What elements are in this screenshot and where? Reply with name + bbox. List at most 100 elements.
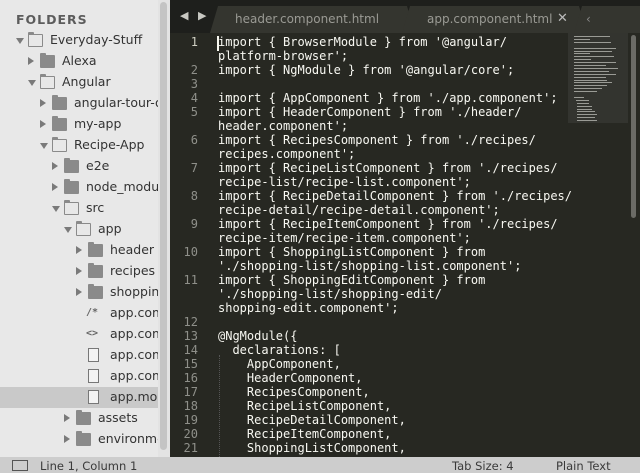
disclosure-closed-icon[interactable]: [40, 120, 46, 128]
tree-item[interactable]: src: [0, 198, 158, 219]
code-line: import { BrowserModule } from '@angular/: [218, 35, 507, 49]
tab-label: header.component.html: [235, 12, 380, 26]
minimap[interactable]: [570, 33, 628, 123]
disclosure-open-icon[interactable]: [16, 38, 24, 44]
tree-item-label: app: [98, 221, 122, 236]
disclosure-closed-icon[interactable]: [28, 57, 34, 65]
tree-item[interactable]: app.module.ts: [0, 387, 158, 408]
cursor-position: Line 1, Column 1: [40, 459, 138, 473]
minimap-line: [577, 120, 597, 122]
minimap-line: [574, 38, 591, 40]
code-line: recipe-list/recipe-list.component';: [218, 175, 471, 189]
disclosure-closed-icon[interactable]: [76, 246, 82, 254]
line-number: 2: [190, 63, 198, 77]
tab-header-component-html[interactable]: header.component.html: [210, 6, 415, 33]
folder-icon: [52, 116, 67, 131]
tree-item[interactable]: Recipe-App: [0, 135, 158, 156]
html-file-icon: <>: [86, 328, 99, 339]
minimap-line: [577, 111, 596, 113]
tree-item[interactable]: app.component.ts: [0, 366, 158, 387]
disclosure-open-icon[interactable]: [28, 80, 36, 86]
tree-item-label: my-app: [74, 116, 122, 131]
tree-item[interactable]: environments: [0, 429, 158, 450]
code-editor[interactable]: 1 2 3 4 5 6 7 8 9 10 11 12 13 14 15 16 17 18 19 20 21 import…: [170, 33, 640, 457]
tree-item-label: node_modules: [86, 179, 158, 194]
text-cursor: [217, 36, 219, 51]
tree-item[interactable]: app: [0, 219, 158, 240]
folder-icon: [64, 179, 79, 194]
tree-item-label: angular-tour-of-heroes: [74, 95, 158, 110]
tree-item-label: app.component.ts: [110, 368, 158, 383]
editor-scrollbar[interactable]: [628, 33, 640, 457]
syntax-selector[interactable]: Plain Text: [556, 459, 611, 473]
minimap-line: [574, 76, 606, 78]
minimap-line: [577, 105, 592, 107]
line-number: 10: [183, 245, 198, 259]
minimap-line: [575, 99, 590, 101]
disclosure-closed-icon[interactable]: [76, 288, 82, 296]
tree-item[interactable]: /* app.component.css: [0, 303, 158, 324]
tree-item-label: header: [110, 242, 155, 257]
disclosure-closed-icon[interactable]: [40, 99, 46, 107]
tree-item[interactable]: e2e: [0, 156, 158, 177]
code-line: header.component';: [218, 119, 349, 133]
folder-icon: [76, 410, 91, 425]
tree-item-label: app.component.css: [110, 305, 158, 320]
tab-navigation-arrows[interactable]: ◀ ▶: [180, 9, 209, 22]
line-number: 14: [183, 343, 198, 357]
tree-item[interactable]: Alexa: [0, 51, 158, 72]
line-number: 20: [183, 427, 198, 441]
tree-item-label: e2e: [86, 158, 110, 173]
tab-app-component-html[interactable]: app.component.html ✕: [402, 6, 587, 33]
tab-size-selector[interactable]: Tab Size: 4: [452, 459, 514, 473]
folder-icon: [88, 242, 103, 257]
code-line: shopping-edit.component';: [218, 301, 399, 315]
close-icon[interactable]: ✕: [557, 11, 568, 26]
disclosure-closed-icon[interactable]: [76, 267, 82, 275]
disclosure-open-icon[interactable]: [40, 143, 48, 149]
minimap-line: [577, 114, 597, 116]
code-line: './shopping-list/shopping-list.component…: [218, 259, 522, 273]
sidebar-scrollbar[interactable]: [158, 0, 170, 457]
disclosure-open-icon[interactable]: [52, 206, 60, 212]
disclosure-closed-icon[interactable]: [64, 414, 70, 422]
panel-toggle-icon[interactable]: [12, 460, 28, 471]
disclosure-closed-icon[interactable]: [52, 183, 58, 191]
folder-icon: [27, 31, 43, 47]
sidebar-scrollbar-thumb[interactable]: [160, 2, 167, 450]
tree-item[interactable]: app.component.spec.ts: [0, 345, 158, 366]
code-line: declarations: [: [218, 343, 341, 357]
minimap-line: [574, 50, 612, 52]
tree-item[interactable]: node_modules: [0, 177, 158, 198]
tree-item[interactable]: angular-tour-of-heroes: [0, 93, 158, 114]
tree-item[interactable]: my-app: [0, 114, 158, 135]
editor-scrollbar-thumb[interactable]: [631, 35, 636, 218]
folder-icon: [63, 199, 79, 215]
minimap-line: [574, 67, 619, 69]
line-number-gutter: 1 2 3 4 5 6 7 8 9 10 11 12 13 14 15 16 17 18 19 20 21: [170, 33, 218, 457]
status-bar: Line 1, Column 1 Tab Size: 4 Plain Text: [0, 457, 640, 473]
tree-item[interactable]: <> app.component.html: [0, 324, 158, 345]
tree-item-label: recipes: [110, 263, 156, 278]
minimap-line: [574, 65, 606, 66]
minimap-line: [577, 117, 596, 119]
tree-item[interactable]: assets: [0, 408, 158, 429]
tree-item-label: Angular: [62, 74, 111, 89]
sidebar: FOLDERS Everyday-Stuff Alexa Angular angula…: [0, 0, 170, 457]
file-icon: [88, 348, 99, 362]
minimap-line: [574, 79, 608, 81]
tree-item[interactable]: Everyday-Stuff: [0, 30, 158, 51]
tree-item[interactable]: header: [0, 240, 158, 261]
tab-overflow[interactable]: ‹: [574, 6, 640, 33]
code-line: './shopping-list/shopping-edit/: [218, 287, 442, 301]
tree-item-label: src: [86, 200, 105, 215]
disclosure-closed-icon[interactable]: [52, 162, 58, 170]
line-number: 8: [190, 189, 198, 203]
disclosure-closed-icon[interactable]: [64, 435, 70, 443]
disclosure-open-icon[interactable]: [64, 227, 72, 233]
tree-item[interactable]: recipes: [0, 261, 158, 282]
tree-item[interactable]: shopping-list: [0, 282, 158, 303]
tree-item[interactable]: Angular: [0, 72, 158, 93]
folder-icon: [64, 158, 79, 173]
tree-item-label: assets: [98, 410, 138, 425]
